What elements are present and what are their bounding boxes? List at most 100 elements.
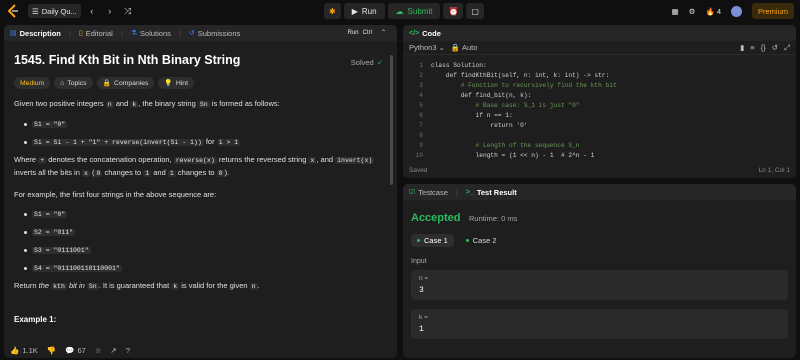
help-icon[interactable]: ? xyxy=(126,346,130,355)
run-shortcut-button[interactable]: Run Ctrl xyxy=(344,27,375,38)
code-tabs: </> Code xyxy=(403,25,796,41)
tab-divider: | xyxy=(120,28,123,38)
paragraph-example-intro: For example, the first four strings in t… xyxy=(14,190,217,199)
code-1: 1 xyxy=(143,170,152,177)
lock-icon: 🔒 xyxy=(102,80,112,87)
tab-test-result-label: Test Result xyxy=(476,187,517,197)
case-tabs: Case 1 Case 2 xyxy=(411,234,503,247)
submit-button[interactable]: ☁ Submit xyxy=(387,3,441,19)
shuffle-icon[interactable]: ⤨ xyxy=(121,4,135,18)
case-1-label: Case 1 xyxy=(424,236,448,245)
layout-icon[interactable]: ▦ xyxy=(672,7,679,16)
tab-test-result[interactable]: >_ Test Result xyxy=(466,188,517,197)
bookmark-icon[interactable]: ▮ xyxy=(740,43,744,53)
timer-button[interactable]: ⏰ xyxy=(443,3,464,19)
notes-button[interactable]: ▢ xyxy=(466,3,484,19)
difficulty-badge[interactable]: Medium xyxy=(14,77,51,89)
debug-button[interactable]: ✱ xyxy=(324,3,341,19)
format-icon[interactable]: ≡ xyxy=(750,43,754,53)
editor-tools: ▮ ≡ {} ↺ ⤢ xyxy=(740,43,790,53)
ctrl-key-label: Ctrl xyxy=(362,29,372,36)
star-icon[interactable]: ☆ xyxy=(95,346,102,355)
topics-label: Topics xyxy=(67,79,87,87)
tab-submissions[interactable]: ↺ Submissions xyxy=(189,29,240,38)
tab-editorial[interactable]: ▯ Editorial xyxy=(79,29,113,38)
share-icon[interactable]: ↗ xyxy=(111,346,117,355)
tab-solutions-label: Solutions xyxy=(140,28,171,38)
braces-icon[interactable]: {} xyxy=(761,43,766,53)
top-bar: ☰ Daily Qu... ‹ › ⤨ ✱ ▶ Run ☁ Submit ⏰ ▢… xyxy=(0,0,800,22)
hint-button[interactable]: 💡 Hint xyxy=(158,77,194,89)
input-n-name: n = xyxy=(419,275,429,282)
companies-button[interactable]: 🔒 Companies xyxy=(96,77,155,89)
description-scrollbar[interactable] xyxy=(390,55,393,185)
code-line: 3 # Function to recursively find the kth… xyxy=(419,82,617,89)
comments-button[interactable]: 💬 67 xyxy=(65,346,86,355)
input-n-box: n = 3 xyxy=(411,270,788,300)
reset-icon[interactable]: ↺ xyxy=(772,43,778,53)
tab-code[interactable]: </> Code xyxy=(409,29,441,38)
code-icon: </> xyxy=(409,29,420,37)
list-item: S2 = "011" xyxy=(24,226,379,239)
input-label: Input xyxy=(411,258,427,265)
prev-problem-icon[interactable]: ‹ xyxy=(85,4,99,18)
cloud-upload-icon: ☁ xyxy=(395,6,404,16)
gear-icon[interactable]: ⚙ xyxy=(689,7,696,16)
text: is formed as follows: xyxy=(211,99,280,108)
tab-description-label: Description xyxy=(19,28,61,38)
code-line-text: def findKthBit(self, n: int, k: int) -> … xyxy=(431,72,610,79)
case-2-tab[interactable]: Case 2 xyxy=(460,234,503,247)
code-n: n xyxy=(249,283,258,290)
code-k: k xyxy=(171,283,180,290)
tab-testcase[interactable]: ☑ Testcase xyxy=(409,188,448,197)
example-s1: S1 = "0" xyxy=(32,211,68,218)
text: for xyxy=(205,137,215,146)
tab-divider: | xyxy=(68,28,71,38)
comment-icon: 💬 xyxy=(65,345,75,355)
text: and xyxy=(115,99,129,108)
tab-code-label: Code xyxy=(422,28,441,38)
lightbulb-icon: 💡 xyxy=(164,80,173,87)
fullscreen-icon[interactable]: ⤢ xyxy=(784,43,790,53)
description-footer: 👍 1.1K 👎 💬 67 ☆ ↗ ? xyxy=(4,342,397,358)
text: denotes the concatenation operation, xyxy=(48,155,172,164)
examples-list: S1 = "0" S2 = "011" S3 = "0111001" S4 = … xyxy=(14,208,379,275)
auto-toggle[interactable]: 🔒 Auto xyxy=(451,43,477,52)
run-label: Run xyxy=(361,6,377,16)
bug-icon: ✱ xyxy=(329,6,336,16)
code-editor[interactable]: 1 class Solution: 2 def findKthBit(self, … xyxy=(403,61,788,161)
leetcode-logo-icon[interactable] xyxy=(6,4,20,18)
streak-counter[interactable]: 🔥 4 xyxy=(705,7,721,16)
paragraph-intro: Given two positive integers n and k, the… xyxy=(14,98,379,111)
flask-icon: ⚗ xyxy=(130,30,138,37)
code-0: 0 xyxy=(94,170,103,177)
run-button[interactable]: ▶ Run xyxy=(343,3,385,19)
tab-description[interactable]: ▤ Description xyxy=(10,29,61,38)
code-0: 0 xyxy=(216,170,225,177)
code-1: 1 xyxy=(167,170,176,177)
list-item: S1 = "0" xyxy=(24,118,379,131)
next-problem-icon[interactable]: › xyxy=(103,4,117,18)
list-item: S1 = "0" xyxy=(24,208,379,221)
rules-list: S1 = "0" Si = Si - 1 + "1" + reverse(inv… xyxy=(14,118,379,149)
code-line: 2 def findKthBit(self, n: int, k: int) -… xyxy=(419,72,610,79)
runtime-label: Runtime: 0 ms xyxy=(469,214,518,223)
avatar[interactable] xyxy=(730,5,742,17)
text: Where xyxy=(14,155,37,164)
book-icon: ▯ xyxy=(78,30,83,37)
like-button[interactable]: 👍 1.1K xyxy=(10,346,38,355)
thumbs-down-icon[interactable]: 👎 xyxy=(47,346,56,355)
language-select[interactable]: Python3 ⌄ xyxy=(409,43,445,52)
code-line: 1 class Solution: xyxy=(419,62,487,69)
language-label: Python3 xyxy=(409,43,437,52)
text: is valid for the given xyxy=(181,281,248,290)
premium-button[interactable]: Premium xyxy=(751,3,794,19)
topics-button[interactable]: ⌂ Topics xyxy=(54,77,93,89)
example-1-heading: Example 1: xyxy=(14,315,57,324)
tab-solutions[interactable]: ⚗ Solutions xyxy=(131,29,171,38)
code-line-text: # Function to recursively find the kth b… xyxy=(431,82,617,89)
case-1-tab[interactable]: Case 1 xyxy=(411,234,454,247)
cursor-position: Ln 1, Col 1 xyxy=(758,167,790,174)
expand-button[interactable]: ⌃ xyxy=(377,27,389,38)
problem-list-button[interactable]: ☰ Daily Qu... xyxy=(28,4,81,18)
